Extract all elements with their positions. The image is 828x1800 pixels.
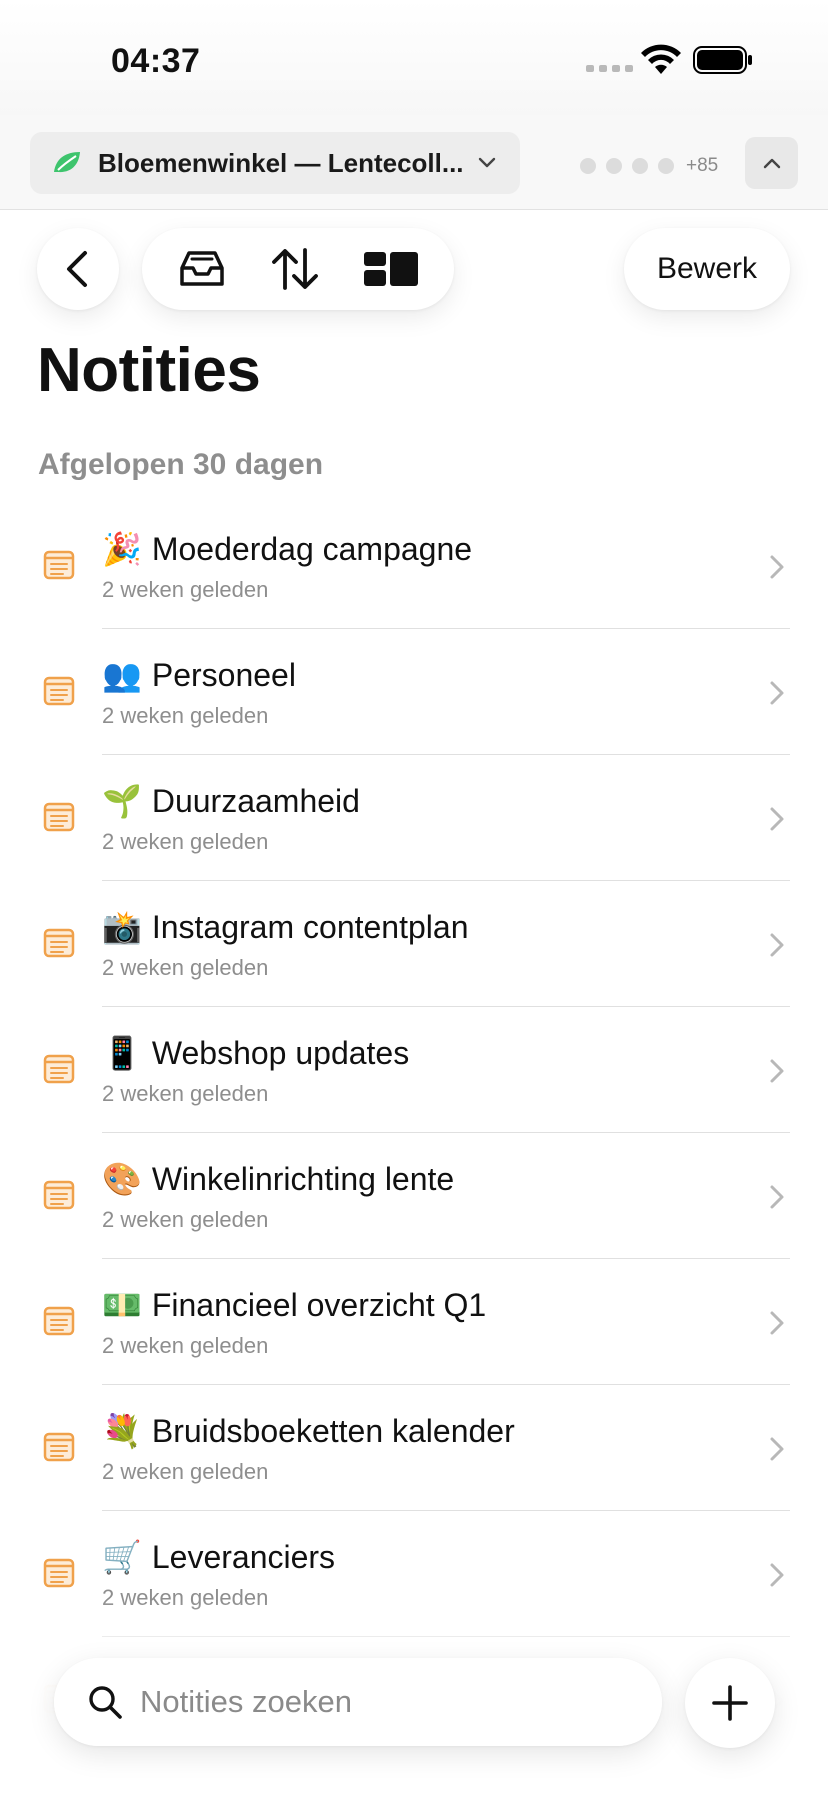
note-emoji: 📱: [102, 1034, 142, 1072]
note-emoji: 🎨: [102, 1160, 142, 1198]
chevron-right-icon: [770, 681, 784, 705]
view-tools-group: [142, 228, 454, 310]
member-overflow-count: +85: [686, 155, 719, 176]
note-title-text: Personeel: [151, 657, 296, 693]
note-timestamp: 2 weken geleden: [102, 1333, 269, 1358]
note-timestamp: 2 weken geleden: [102, 703, 269, 728]
edit-button[interactable]: Bewerk: [624, 228, 790, 310]
chevron-right-icon: [770, 933, 784, 957]
chevron-left-icon: [67, 251, 87, 287]
avatar: [580, 158, 596, 174]
note-title: 🎉 Moederdag campagne: [102, 530, 472, 568]
note-list-item[interactable]: 📸 Instagram contentplan 2 weken geleden: [0, 881, 828, 1007]
note-title: 💐 Bruidsboeketten kalender: [102, 1412, 515, 1450]
note-title: 🎨 Winkelinrichting lente: [102, 1160, 454, 1198]
toolbar: Bewerk: [0, 228, 828, 310]
chevron-down-icon: [478, 157, 496, 168]
note-title-text: Duurzaamheid: [151, 783, 360, 819]
add-note-button[interactable]: [685, 1658, 775, 1748]
chevron-right-icon: [770, 1563, 784, 1587]
plus-icon: [712, 1685, 748, 1721]
page-title: Notities: [37, 336, 261, 405]
note-icon: [43, 676, 75, 706]
collapse-button[interactable]: [745, 137, 798, 189]
notes-screen: 04:37 Bloemenwinkel — Lentecoll... +85 B…: [0, 0, 828, 1800]
chevron-right-icon: [770, 807, 784, 831]
layout-grid-icon[interactable]: [362, 250, 420, 288]
note-icon: [43, 928, 75, 958]
note-title-text: Moederdag campagne: [151, 531, 473, 567]
note-list-item[interactable]: 🌱 Duurzaamheid 2 weken geleden: [0, 755, 828, 881]
chevron-right-icon: [770, 1311, 784, 1335]
note-emoji: 🌱: [102, 782, 142, 820]
note-title: 🌱 Duurzaamheid: [102, 782, 360, 820]
note-list-item[interactable]: 📱 Webshop updates 2 weken geleden: [0, 1007, 828, 1133]
note-title: 💵 Financieel overzicht Q1: [102, 1286, 486, 1324]
note-emoji: 👥: [102, 656, 142, 694]
note-list-item[interactable]: 👥 Personeel 2 weken geleden: [0, 629, 828, 755]
note-list-item[interactable]: 💵 Financieel overzicht Q1 2 weken geleden: [0, 1259, 828, 1385]
status-bar: 04:37: [0, 0, 828, 115]
note-emoji: 🛒: [102, 1538, 142, 1576]
battery-icon: [693, 46, 752, 74]
note-title-text: Instagram contentplan: [151, 909, 469, 945]
note-list-item[interactable]: 💐 Bruidsboeketten kalender 2 weken geleden: [0, 1385, 828, 1511]
status-time: 04:37: [111, 42, 201, 80]
workspace-name: Bloemenwinkel — Lentecoll...: [98, 147, 464, 178]
wifi-icon: [641, 44, 681, 74]
note-emoji: 🎉: [102, 530, 142, 568]
inbox-icon[interactable]: [176, 248, 228, 290]
note-icon: [43, 550, 75, 580]
note-timestamp: 2 weken geleden: [102, 1081, 269, 1106]
sort-icon[interactable]: [269, 246, 321, 292]
cellular-signal-icon: [586, 65, 633, 72]
note-title: 📸 Instagram contentplan: [102, 908, 468, 946]
search-input[interactable]: [140, 1684, 620, 1720]
leaf-icon: [54, 152, 80, 173]
chevron-right-icon: [770, 1185, 784, 1209]
note-icon: [43, 1180, 75, 1210]
note-title: 👥 Personeel: [102, 656, 296, 694]
note-icon: [43, 1054, 75, 1084]
note-timestamp: 2 weken geleden: [102, 829, 269, 854]
note-title: 📱 Webshop updates: [102, 1034, 409, 1072]
chevron-up-icon: [763, 158, 780, 169]
back-button[interactable]: [37, 228, 119, 310]
note-title-text: Winkelinrichting lente: [151, 1161, 455, 1197]
note-list-item[interactable]: 🎨 Winkelinrichting lente 2 weken geleden: [0, 1133, 828, 1259]
workspace-bar: Bloemenwinkel — Lentecoll... +85: [0, 115, 828, 210]
note-timestamp: 2 weken geleden: [102, 955, 269, 980]
note-emoji: 💵: [102, 1286, 142, 1324]
note-emoji: 📸: [102, 908, 142, 946]
note-icon: [43, 1432, 75, 1462]
note-title-text: Leveranciers: [151, 1539, 336, 1575]
note-title-text: Financieel overzicht Q1: [151, 1287, 487, 1323]
chevron-right-icon: [770, 555, 784, 579]
note-icon: [43, 1306, 75, 1336]
workspace-switcher[interactable]: Bloemenwinkel — Lentecoll...: [30, 132, 520, 194]
note-icon: [43, 802, 75, 832]
note-title-text: Bruidsboeketten kalender: [151, 1413, 515, 1449]
chevron-right-icon: [770, 1437, 784, 1461]
member-avatars[interactable]: +85: [580, 155, 718, 177]
note-timestamp: 2 weken geleden: [102, 577, 269, 602]
note-timestamp: 2 weken geleden: [102, 1207, 269, 1232]
note-title: 🛒 Leveranciers: [102, 1538, 335, 1576]
avatar: [632, 158, 648, 174]
note-title-text: Webshop updates: [151, 1035, 410, 1071]
chevron-right-icon: [770, 1059, 784, 1083]
note-icon: [43, 1558, 75, 1588]
note-list-item[interactable]: 🎉 Moederdag campagne 2 weken geleden: [0, 503, 828, 629]
note-list: 🎉 Moederdag campagne 2 weken geleden 👥 Perso…: [0, 503, 828, 1763]
search-icon: [89, 1686, 122, 1719]
avatar: [606, 158, 622, 174]
avatar: [658, 158, 674, 174]
note-emoji: 💐: [102, 1412, 142, 1450]
search-bar[interactable]: [54, 1658, 662, 1746]
section-label: Afgelopen 30 dagen: [38, 448, 324, 481]
note-timestamp: 2 weken geleden: [102, 1459, 269, 1484]
